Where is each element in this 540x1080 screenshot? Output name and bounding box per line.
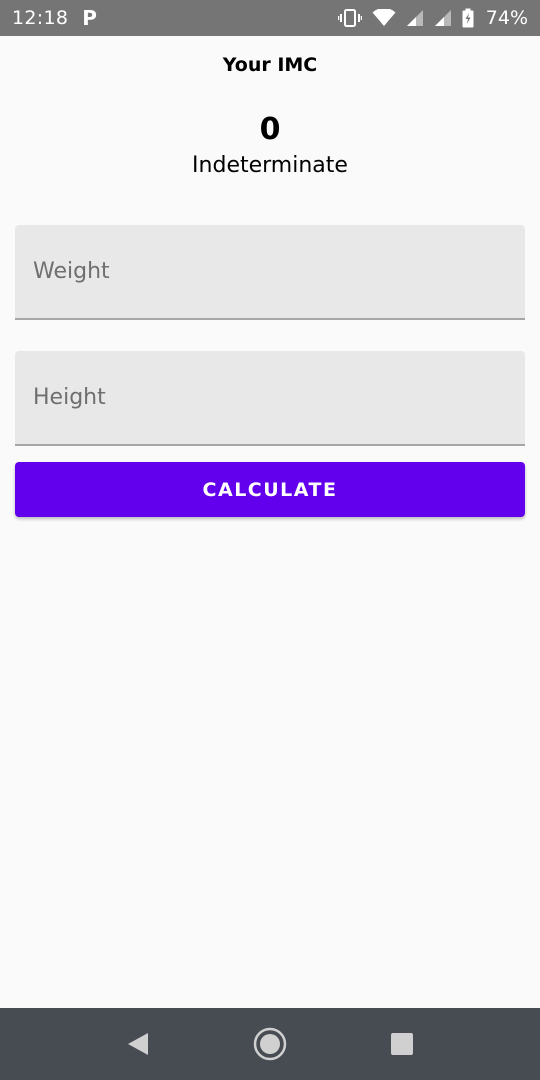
recents-button[interactable] (382, 1024, 422, 1064)
calculate-button[interactable]: CALCULATE (15, 462, 525, 517)
nav-bar (0, 1008, 540, 1080)
battery-percent: 74% (485, 7, 528, 29)
home-button[interactable] (250, 1024, 290, 1064)
wifi-icon (372, 9, 396, 27)
parking-icon: P (82, 6, 97, 30)
back-icon (128, 1033, 148, 1055)
battery-icon (462, 8, 474, 28)
height-field[interactable] (15, 351, 525, 446)
vibrate-icon (337, 8, 362, 28)
weight-field[interactable] (15, 225, 525, 320)
weight-input[interactable] (15, 225, 525, 318)
home-icon (253, 1027, 287, 1061)
imc-status: Indeterminate (192, 153, 348, 178)
status-time: 12:18 (12, 7, 69, 29)
status-left: 12:18 P (12, 7, 97, 29)
status-right: 74% (337, 7, 528, 29)
signal-icon-2 (434, 9, 452, 27)
imc-title: Your IMC (222, 54, 318, 76)
recents-icon (391, 1033, 413, 1055)
status-bar: 12:18 P 74% (0, 0, 540, 36)
height-input[interactable] (15, 351, 525, 444)
signal-icon (406, 9, 424, 27)
imc-value: 0 (259, 112, 281, 147)
back-button[interactable] (118, 1024, 158, 1064)
